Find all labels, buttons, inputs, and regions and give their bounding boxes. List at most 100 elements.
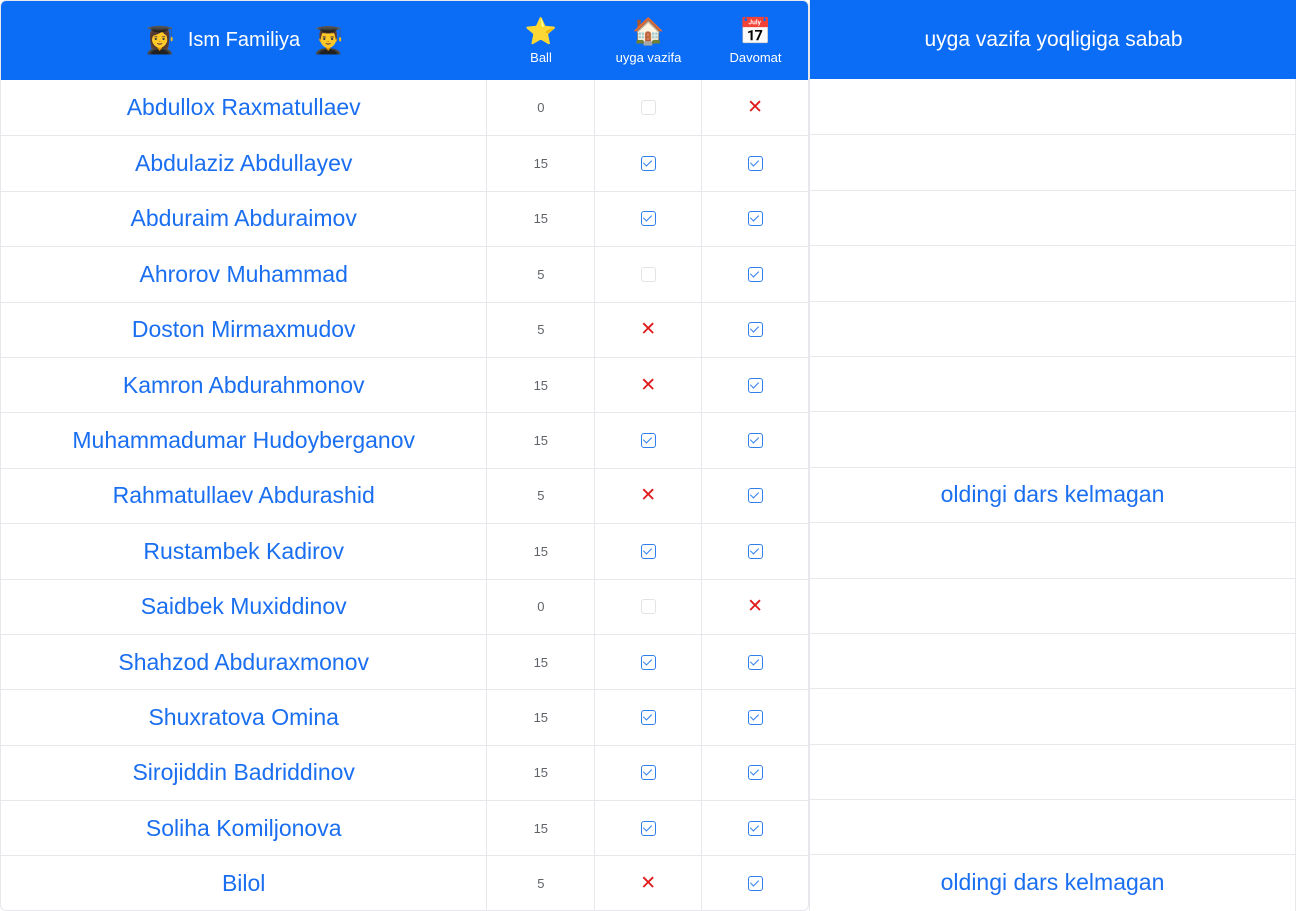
reason-row [810,300,1295,356]
student-name: Saidbek Muxiddinov [140,593,347,620]
cross-icon[interactable]: ✕ [640,376,656,395]
table-row: Abdulaziz Abdullayev 15 [1,135,808,191]
student-name: Abdulaziz Abdullayev [135,150,353,177]
checked-checkbox-icon[interactable] [747,765,763,781]
checked-checkbox-icon[interactable] [640,820,656,836]
header-attendance-label: Davomat [729,50,782,65]
homework-cell: ✕ [594,302,701,357]
homework-cell [594,136,701,191]
attendance-cell [701,524,808,579]
homework-cell [594,579,701,634]
reason-text [810,135,1295,189]
homework-cell [594,247,701,302]
reason-text [810,79,1295,134]
checked-checkbox-icon[interactable] [640,156,656,172]
reason-table: uyga vazifa yoqligiga sabab oldingi dars… [809,0,1296,911]
checked-checkbox-icon[interactable] [747,433,763,449]
checked-checkbox-icon[interactable] [640,765,656,781]
attendance-cell: ✕ [701,80,808,136]
empty-checkbox-icon[interactable] [640,599,656,615]
ball-value: 0 [486,80,594,136]
header-reason-label: uyga vazifa yoqligiga sabab [924,27,1183,51]
student-name: Abdullox Raxmatullaev [126,94,361,121]
attendance-cell [701,634,808,690]
star-icon: ⭐ [524,16,558,46]
reason-header: uyga vazifa yoqligiga sabab [810,0,1296,79]
table-row: Doston Mirmaxmudov 5 ✕ [1,301,808,357]
checked-checkbox-icon[interactable] [640,654,656,670]
table-row: Rahmatullaev Abdurashid 5 ✕ [1,467,808,524]
homework-cell [594,524,701,579]
cross-icon[interactable]: ✕ [747,98,763,117]
reason-row [810,743,1295,799]
calendar-icon: 📅 [739,16,772,46]
table-body: Abdullox Raxmatullaev 0 ✕ Abdulaziz Abdulla… [1,80,808,910]
header-name: 👩‍🎓 Ism Familiya 👨‍🎓 [1,1,487,80]
checked-checkbox-icon[interactable] [747,266,763,282]
header-ball-label: Ball [530,50,552,65]
homework-cell [594,745,701,801]
ball-value: 15 [486,136,594,191]
student-name: Rustambek Kadirov [143,537,345,564]
ball-value: 15 [486,745,594,801]
table-row: Sirojiddin Badriddinov 15 [1,744,808,801]
homework-cell: ✕ [594,856,701,910]
header-homework: 🏠 uyga vazifa [595,1,702,80]
checked-checkbox-icon[interactable] [640,433,656,449]
checked-checkbox-icon[interactable] [640,543,656,559]
checked-checkbox-icon[interactable] [747,709,763,725]
table-row: Abduraim Abduraimov 15 [1,190,808,247]
checked-checkbox-icon[interactable] [747,654,763,670]
checked-checkbox-icon[interactable] [747,543,763,559]
ball-value: 5 [486,302,594,357]
checked-checkbox-icon[interactable] [747,156,763,172]
checked-checkbox-icon[interactable] [747,876,763,892]
checked-checkbox-icon[interactable] [640,211,656,227]
table-row: Rustambek Kadirov 15 [1,523,808,579]
table-header: 👩‍🎓 Ism Familiya 👨‍🎓 ⭐ Ball 🏠 uyga vazif… [1,1,808,80]
table-row: Soliha Komiljonova 15 [1,800,808,856]
reason-row [810,134,1295,189]
table-row: Shuxratova Omina 15 [1,689,808,745]
student-name: Rahmatullaev Abdurashid [112,482,375,509]
checked-checkbox-icon[interactable] [640,709,656,725]
ball-value: 5 [486,856,594,910]
reason-text [810,357,1295,411]
attendance-cell [701,357,808,413]
attendance-cell [701,690,808,745]
cross-icon[interactable]: ✕ [640,486,656,505]
reason-row [810,688,1295,743]
cross-icon[interactable]: ✕ [747,597,763,616]
checked-checkbox-icon[interactable] [747,322,763,338]
reason-text [810,800,1295,854]
table-row: Saidbek Muxiddinov 0 ✕ [1,578,808,634]
attendance-cell [701,191,808,247]
ball-value: 15 [486,524,594,579]
reason-text [810,634,1295,688]
checked-checkbox-icon[interactable] [747,211,763,227]
attendance-cell [701,856,808,910]
reason-text: oldingi dars kelmagan [940,481,1165,508]
homework-cell [594,801,701,856]
empty-checkbox-icon[interactable] [640,100,656,116]
reason-text [810,579,1295,633]
checked-checkbox-icon[interactable] [747,377,763,393]
ball-value: 5 [486,247,594,302]
attendance-cell [701,745,808,801]
student-name: Sirojiddin Badriddinov [132,759,355,786]
reason-text [810,246,1295,300]
checked-checkbox-icon[interactable] [747,488,763,504]
student-name: Muhammadumar Hudoyberganov [72,427,415,454]
empty-checkbox-icon[interactable] [640,266,656,282]
cross-icon[interactable]: ✕ [640,320,656,339]
attendance-cell [701,468,808,524]
student-name: Kamron Abdurahmonov [122,371,365,398]
attendance-cell [701,136,808,191]
ball-value: 15 [486,191,594,247]
table-row: Kamron Abdurahmonov 15 ✕ [1,356,808,413]
reason-row: oldingi dars kelmagan [810,854,1295,909]
checked-checkbox-icon[interactable] [747,820,763,836]
student-name: Bilol [221,870,266,897]
homework-cell: ✕ [594,468,701,524]
cross-icon[interactable]: ✕ [640,874,656,893]
